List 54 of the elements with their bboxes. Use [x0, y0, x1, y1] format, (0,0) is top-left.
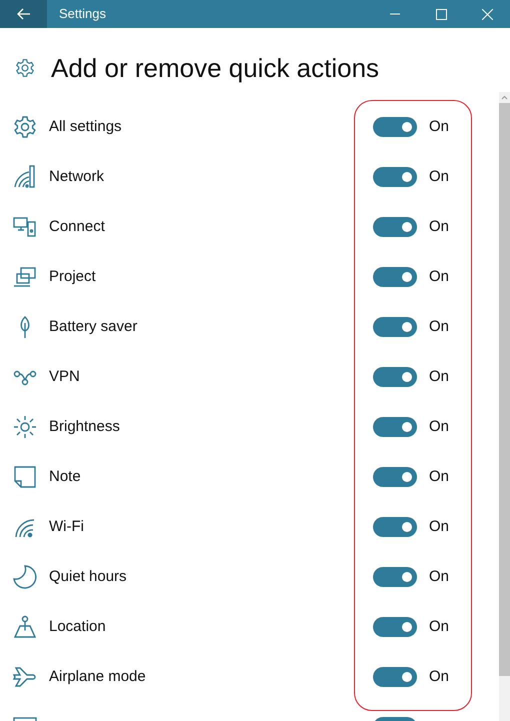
- toggle-state: On: [429, 216, 450, 237]
- laptop-icon: [13, 265, 37, 289]
- action-label: VPN: [49, 366, 80, 387]
- close-icon: [482, 8, 492, 20]
- back-button[interactable]: [0, 0, 47, 28]
- action-label: Location: [49, 616, 106, 637]
- action-label: Airplane mode: [49, 666, 146, 687]
- location-pin-icon: [13, 615, 37, 639]
- action-label: All settings: [49, 116, 122, 137]
- toggle-state: On: [429, 366, 450, 387]
- toggle-switch[interactable]: [373, 317, 417, 337]
- toggle-state: On: [429, 666, 450, 687]
- toggle-state: On: [429, 116, 450, 137]
- toggle-switch[interactable]: [373, 117, 417, 137]
- toggle-switch[interactable]: [373, 517, 417, 537]
- toggle-state: On: [429, 616, 450, 637]
- network-icon: [13, 165, 37, 189]
- toggle-state: On: [429, 566, 450, 587]
- window-title: Settings: [59, 5, 106, 24]
- toggle-state: On: [429, 166, 450, 187]
- action-label: Quiet hours: [49, 566, 127, 587]
- moon-icon: [13, 565, 37, 589]
- toggle-state: On: [429, 466, 450, 487]
- action-label: Note: [49, 466, 81, 487]
- toggle-switch[interactable]: [373, 267, 417, 287]
- maximize-icon: [436, 8, 446, 20]
- toggle-switch[interactable]: [373, 217, 417, 237]
- back-arrow-icon: [16, 8, 30, 20]
- toggle-state: On: [429, 516, 450, 537]
- toggle-switch[interactable]: [373, 417, 417, 437]
- page-heading: Add or remove quick actions: [51, 52, 380, 84]
- toggle-switch[interactable]: [373, 617, 417, 637]
- action-label: Network: [49, 166, 104, 187]
- minimize-icon: [390, 13, 400, 15]
- toggle-switch[interactable]: [373, 467, 417, 487]
- toggle-state: On: [429, 316, 450, 337]
- action-label: Connect: [49, 216, 105, 237]
- settings-icon: [15, 58, 35, 78]
- action-label: Project: [49, 266, 96, 287]
- action-label: Wi-Fi: [49, 516, 84, 537]
- toggle-switch[interactable]: [373, 167, 417, 187]
- toggle-switch[interactable]: [373, 567, 417, 587]
- scrollbar[interactable]: [499, 92, 510, 721]
- action-label: Battery saver: [49, 316, 138, 337]
- toggle-state: On: [429, 416, 450, 437]
- toggle-switch[interactable]: [373, 367, 417, 387]
- note-icon: [13, 465, 37, 489]
- sun-icon: [13, 415, 37, 439]
- action-label: Brightness: [49, 416, 120, 437]
- airplane-icon: [13, 665, 37, 689]
- gear-icon: [13, 115, 37, 139]
- monitor-icon: [13, 215, 37, 239]
- toggle-switch[interactable]: [373, 667, 417, 687]
- toggle-state: On: [429, 266, 450, 287]
